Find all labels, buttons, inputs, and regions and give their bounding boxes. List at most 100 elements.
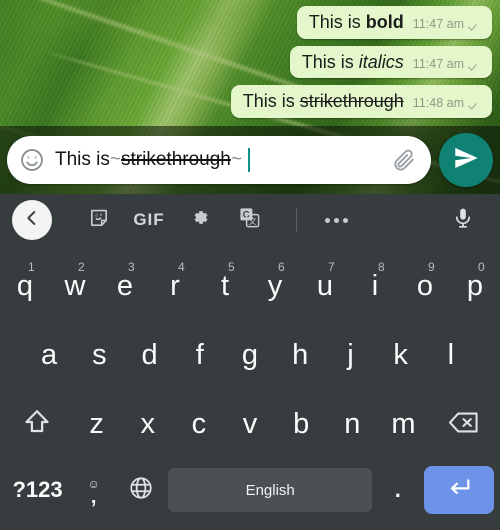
- shift-key[interactable]: [2, 390, 71, 459]
- message-bubble[interactable]: This is bold 11:47 am: [296, 6, 492, 39]
- key-c[interactable]: c: [173, 390, 224, 459]
- message-prefix: This is: [308, 12, 366, 32]
- key-x[interactable]: x: [122, 390, 173, 459]
- key-n[interactable]: n: [327, 390, 378, 459]
- voice-input-button[interactable]: [438, 200, 488, 240]
- message-prefix: This is: [301, 51, 359, 72]
- comma-label: ,: [90, 485, 97, 508]
- message-styled-bold: bold: [365, 12, 404, 32]
- key-y-number: 6: [278, 260, 285, 274]
- message-composer: This is ~ strikethrough ~: [0, 130, 500, 190]
- keyboard-row-1: 1q 2w 3e 4r 5t 6y 7u 8i 9o 0p: [0, 252, 500, 321]
- key-p[interactable]: 0p: [450, 252, 500, 321]
- keyboard-row-3: z x c v b n m: [0, 390, 500, 459]
- key-f[interactable]: f: [175, 321, 225, 390]
- message-prefix: This is: [242, 91, 300, 112]
- key-e[interactable]: 3e: [100, 252, 150, 321]
- message-meta: 11:47 am: [413, 17, 482, 31]
- message-meta: 11:47 am: [413, 57, 482, 71]
- key-u-label: u: [316, 270, 334, 302]
- key-m[interactable]: m: [378, 390, 429, 459]
- key-t-number: 5: [228, 260, 235, 274]
- symbols-key[interactable]: ?123: [6, 477, 69, 503]
- translate-button[interactable]: G 文: [224, 200, 274, 240]
- emoji-smiley-icon[interactable]: [19, 147, 45, 173]
- language-switch-key[interactable]: [118, 475, 164, 506]
- send-plane-icon: [452, 144, 480, 177]
- keyboard-back-button[interactable]: [12, 200, 52, 240]
- toolbar-divider: [296, 208, 297, 232]
- sticker-icon: [88, 206, 111, 234]
- key-r[interactable]: 4r: [150, 252, 200, 321]
- key-w[interactable]: 2w: [50, 252, 100, 321]
- key-k[interactable]: k: [376, 321, 426, 390]
- enter-key[interactable]: [423, 466, 494, 514]
- sticker-button[interactable]: [74, 200, 124, 240]
- message-input-field[interactable]: This is ~ strikethrough ~: [7, 136, 431, 184]
- paperclip-icon[interactable]: [391, 147, 417, 173]
- enter-return-icon: [445, 474, 473, 507]
- comma-key[interactable]: ☺ ,: [73, 478, 114, 508]
- google-translate-icon: G 文: [238, 206, 261, 234]
- message-bubble[interactable]: This is italics 11:47 am: [289, 45, 492, 79]
- key-i[interactable]: 8i: [350, 252, 400, 321]
- key-w-number: 2: [78, 260, 85, 274]
- key-e-label: e: [116, 270, 134, 302]
- key-o[interactable]: 9o: [400, 252, 450, 321]
- key-w-label: w: [64, 270, 86, 302]
- key-v[interactable]: v: [224, 390, 275, 459]
- key-q[interactable]: 1q: [0, 252, 50, 321]
- key-t[interactable]: 5t: [200, 252, 250, 321]
- message-text: This is bold: [309, 12, 404, 33]
- message-styled-strike: strikethrough: [299, 91, 404, 112]
- key-j-label: j: [347, 339, 354, 371]
- keyboard-toolbar: GIF G 文: [0, 194, 500, 246]
- key-y[interactable]: 6y: [250, 252, 300, 321]
- text-caret: [247, 148, 251, 172]
- key-z-label: z: [89, 408, 104, 440]
- key-i-number: 8: [378, 260, 385, 274]
- key-d[interactable]: d: [124, 321, 174, 390]
- more-button[interactable]: [311, 200, 361, 240]
- key-g[interactable]: g: [225, 321, 275, 390]
- key-o-label: o: [416, 270, 434, 302]
- message-input-text[interactable]: This is ~ strikethrough ~: [55, 148, 381, 172]
- settings-button[interactable]: [174, 200, 224, 240]
- key-f-label: f: [195, 339, 204, 371]
- key-i-label: i: [371, 270, 379, 302]
- input-styled-text: strikethrough: [121, 149, 231, 170]
- key-j[interactable]: j: [325, 321, 375, 390]
- key-a-label: a: [41, 339, 58, 371]
- key-y-label: y: [267, 270, 283, 302]
- key-z[interactable]: z: [71, 390, 122, 459]
- message-bubble[interactable]: This is strikethrough 11:48 am: [230, 85, 492, 119]
- key-m-label: m: [391, 408, 416, 440]
- message-styled-italic: italics: [358, 51, 404, 72]
- single-check-icon: [469, 19, 482, 29]
- message-text: This is italics: [302, 52, 404, 73]
- message-timestamp: 11:47 am: [412, 56, 464, 71]
- backspace-key[interactable]: [429, 390, 498, 459]
- spacebar-key[interactable]: English: [168, 468, 373, 512]
- key-n-label: n: [344, 408, 361, 440]
- gif-label: GIF: [133, 210, 165, 229]
- key-h[interactable]: h: [275, 321, 325, 390]
- gif-button[interactable]: GIF: [124, 200, 174, 240]
- phone-screen: This is bold 11:47 am This is italics 11…: [0, 0, 500, 530]
- key-l[interactable]: l: [426, 321, 476, 390]
- key-s[interactable]: s: [74, 321, 124, 390]
- key-h-label: h: [292, 339, 309, 371]
- message-list: This is bold 11:47 am This is italics 11…: [230, 6, 492, 119]
- key-d-label: d: [141, 339, 158, 371]
- key-s-label: s: [92, 339, 107, 371]
- send-button[interactable]: [439, 133, 493, 187]
- key-p-label: p: [466, 270, 484, 302]
- key-v-label: v: [242, 408, 258, 440]
- period-key[interactable]: .: [376, 477, 420, 503]
- input-marker-open: ~: [109, 149, 122, 170]
- key-o-number: 9: [428, 260, 435, 274]
- key-b[interactable]: b: [276, 390, 327, 459]
- key-a[interactable]: a: [24, 321, 74, 390]
- backspace-delete-icon: [447, 408, 481, 442]
- key-u[interactable]: 7u: [300, 252, 350, 321]
